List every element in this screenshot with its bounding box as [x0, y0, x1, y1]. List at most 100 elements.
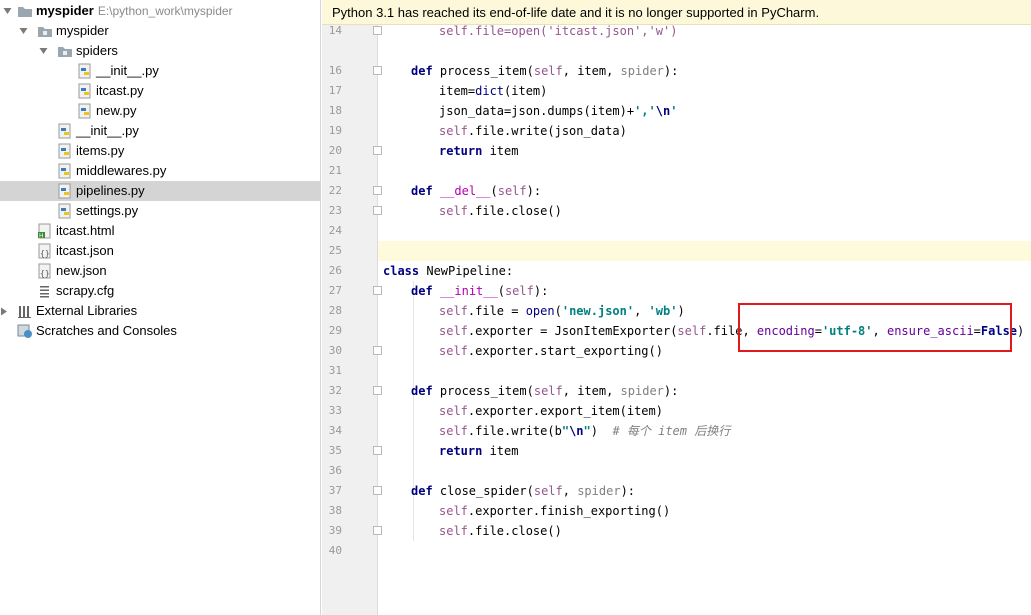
line-number: 29	[328, 324, 342, 337]
code-line-27[interactable]: def __init__(self):	[411, 281, 548, 301]
svg-text:{}: {}	[40, 249, 50, 258]
code-line-20[interactable]: return item	[439, 141, 518, 161]
tree-item-label: External Libraries	[36, 303, 138, 318]
tree-item-itcast-html[interactable]: H itcast.html	[0, 221, 321, 241]
tree-item-scrapy-cfg[interactable]: scrapy.cfg	[0, 281, 321, 301]
fold-marker-icon[interactable]	[373, 486, 382, 495]
fold-marker-icon[interactable]	[373, 66, 382, 75]
line-number: 32	[328, 384, 342, 397]
tree-item-label: Scratches and Consoles	[36, 323, 177, 338]
tree-item-spiders[interactable]: spiders	[0, 41, 321, 61]
tree-item-itcast-json[interactable]: {} itcast.json	[0, 241, 321, 261]
code-token: __del__	[439, 184, 491, 198]
banner-text: Python 3.1 has reached its end-of-life d…	[332, 5, 820, 20]
svg-text:H: H	[39, 233, 44, 240]
tree-item-pipelines-py[interactable]: pipelines.py	[0, 181, 321, 201]
code-token: __init__	[439, 284, 498, 298]
code-line-33[interactable]: self.exporter.export_item(item)	[439, 401, 663, 421]
fold-marker-icon[interactable]	[373, 206, 382, 215]
fold-marker-icon[interactable]	[373, 146, 382, 155]
code-token: def	[411, 284, 433, 298]
tree-root-myspider[interactable]: myspider E:\python_work\myspider	[0, 1, 321, 21]
code-token: )	[677, 304, 685, 318]
json-file-icon: {}	[37, 243, 53, 259]
code-token: .exporter.export_item(item)	[467, 404, 663, 418]
code-token: item	[482, 144, 519, 158]
chevron-down-icon[interactable]	[19, 21, 29, 41]
project-root-path: E:\python_work\myspider	[97, 4, 233, 18]
code-token: .exporter.start_exporting()	[467, 344, 663, 358]
code-line-18[interactable]: json_data=json.dumps(item)+','\n'	[439, 101, 677, 121]
python-file-icon	[77, 83, 93, 99]
fold-marker-icon[interactable]	[373, 386, 382, 395]
tree-item-middlewares-py[interactable]: middlewares.py	[0, 161, 321, 181]
code-token: ):	[620, 484, 636, 498]
code-line-37[interactable]: def close_spider(self, spider):	[411, 481, 635, 501]
code-line-14[interactable]: self.file=open('itcast.json','w')	[439, 21, 677, 41]
chevron-down-icon[interactable]	[3, 1, 13, 21]
tree-item-external-libraries[interactable]: External Libraries	[0, 301, 321, 321]
line-number: 18	[328, 104, 342, 117]
fold-marker-icon[interactable]	[373, 446, 382, 455]
line-number: 28	[328, 304, 342, 317]
chevron-down-icon[interactable]	[39, 41, 49, 61]
code-line-26[interactable]: class NewPipeline:	[383, 261, 513, 281]
code-token: \n	[655, 104, 671, 118]
code-token: self	[439, 504, 468, 518]
code-token: self	[439, 304, 468, 318]
code-token: )	[590, 424, 613, 438]
tree-item-itcast-py[interactable]: itcast.py	[0, 81, 321, 101]
tree-item-scratches[interactable]: Scratches and Consoles	[0, 321, 321, 341]
code-line-30[interactable]: self.exporter.start_exporting()	[439, 341, 663, 361]
code-token: def	[411, 484, 433, 498]
code-token: close_spider(	[432, 484, 534, 498]
code-token: '	[670, 104, 678, 118]
code-line-38[interactable]: self.exporter.finish_exporting()	[439, 501, 670, 521]
tree-item-new-py[interactable]: new.py	[0, 101, 321, 121]
code-token: , item,	[562, 384, 621, 398]
code-token: self	[533, 484, 563, 498]
tree-item-items-py[interactable]: items.py	[0, 141, 321, 161]
code-line-32[interactable]: def process_item(self, item, spider):	[411, 381, 678, 401]
line-number: 23	[328, 204, 342, 217]
code-line-17[interactable]: item=dict(item)	[439, 81, 547, 101]
tree-item-label: middlewares.py	[76, 163, 167, 178]
code-token: spider	[577, 484, 621, 498]
code-line-28[interactable]: self.file = open('new.json', 'wb')	[439, 301, 685, 321]
code-line-16[interactable]: def process_item(self, item, spider):	[411, 61, 678, 81]
code-token: def	[411, 384, 433, 398]
fold-marker-icon[interactable]	[373, 286, 382, 295]
code-token: self	[497, 184, 527, 198]
code-token: return	[439, 444, 483, 458]
code-token: ):	[533, 284, 549, 298]
code-line-35[interactable]: return item	[439, 441, 518, 461]
tree-item-spiders-init[interactable]: __init__.py	[0, 61, 321, 81]
tree-item-init[interactable]: __init__.py	[0, 121, 321, 141]
code-token: spider	[620, 384, 664, 398]
code-token: .file.write(json_data)	[467, 124, 627, 138]
fold-marker-icon[interactable]	[373, 346, 382, 355]
code-line-34[interactable]: self.file.write(b"\n") # 每个 item 后换行	[439, 421, 730, 441]
python-file-icon	[77, 63, 93, 79]
line-number: 22	[328, 184, 342, 197]
line-number: 25	[328, 244, 342, 257]
code-line-39[interactable]: self.file.close()	[439, 521, 562, 541]
fold-marker-icon[interactable]	[373, 26, 382, 35]
fold-marker-icon[interactable]	[373, 186, 382, 195]
folder-icon	[17, 3, 33, 19]
code-line-23[interactable]: self.file.close()	[439, 201, 562, 221]
svg-text:{}: {}	[40, 269, 50, 278]
code-token: ','	[634, 104, 656, 118]
code-token: item	[482, 444, 519, 458]
chevron-right-icon[interactable]	[0, 301, 10, 321]
fold-marker-icon[interactable]	[373, 526, 382, 535]
code-token: 'new.json'	[561, 304, 635, 318]
code-token: spider	[620, 64, 664, 78]
tree-item-label: __init__.py	[96, 63, 159, 78]
tree-item-new-json[interactable]: {} new.json	[0, 261, 321, 281]
tree-item-settings-py[interactable]: settings.py	[0, 201, 321, 221]
code-token: self.file=open('itcast.json','w')	[439, 24, 678, 38]
code-line-19[interactable]: self.file.write(json_data)	[439, 121, 627, 141]
tree-item-myspider[interactable]: myspider	[0, 21, 321, 41]
code-line-22[interactable]: def __del__(self):	[411, 181, 541, 201]
